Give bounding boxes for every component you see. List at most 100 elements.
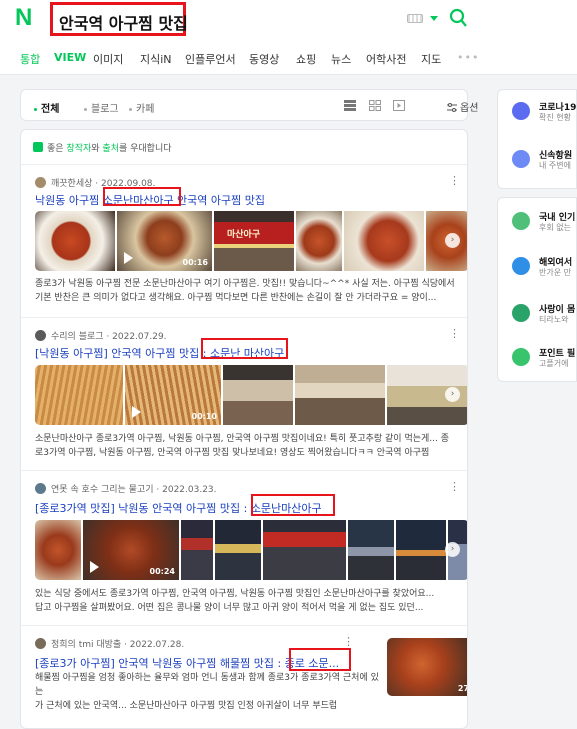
airplane-icon xyxy=(512,257,530,275)
filter-all[interactable]: 전체 xyxy=(34,100,59,115)
tab-dictionary[interactable]: 어학사전 xyxy=(366,51,406,67)
more-menu-icon[interactable]: ⋮ xyxy=(343,635,354,648)
video-thumbnail[interactable]: 00:10 xyxy=(125,365,221,425)
search-tabs: 통합 VIEW 이미지 지식iN 인플루언서 동영상 쇼핑 뉴스 어학사전 지도… xyxy=(0,40,577,75)
dot-icon xyxy=(84,107,87,111)
filter-blog[interactable]: 블로그 xyxy=(84,100,119,115)
snippet-line: 있는 식당 중에서도 종로3가역 아구찜, 안국역 아구찜, 낙원동 아구찜 맛… xyxy=(35,589,435,599)
filter-cafe-label: 카페 xyxy=(136,104,155,115)
search-icon[interactable] xyxy=(449,8,467,28)
post-author[interactable]: 연못 속 호수 그리는 물고기 · 2022.03.23. xyxy=(35,482,217,495)
avatar xyxy=(35,638,46,649)
tab-integrated[interactable]: 통합 xyxy=(20,51,40,67)
post-author[interactable]: 정희의 tmi 대방출 · 2022.07.28. xyxy=(35,637,184,650)
mountain-icon xyxy=(512,212,530,230)
snippet-line: 해물찜 아구찜을 엄청 좋아하는 율무와 엄마 언니 동생과 함께 종로3가 종… xyxy=(35,673,379,697)
tab-shopping[interactable]: 쇼핑 xyxy=(296,51,316,67)
video-duration: 00:24 xyxy=(149,567,175,576)
street-photo[interactable] xyxy=(348,520,394,580)
more-menu-icon[interactable]: ⋮ xyxy=(449,327,460,340)
tab-map[interactable]: 지도 xyxy=(421,51,441,67)
search-input[interactable]: 안국역 아구찜 맛집 xyxy=(50,2,188,36)
grid-view-icon[interactable] xyxy=(369,100,381,111)
side-item-sub: 고플거에 xyxy=(539,359,569,368)
tab-influencer[interactable]: 인플루언서 xyxy=(185,51,236,67)
avatar xyxy=(35,483,46,494)
tab-knowledge-in[interactable]: 지식iN xyxy=(140,51,172,67)
next-arrow-icon[interactable]: › xyxy=(445,542,460,557)
list-item: 깨끗한세상 · 2022.09.08. ⋮ 낙원동 아구찜 소문난마산아구 안국… xyxy=(21,164,467,314)
side-item-sub: 내 주변에 xyxy=(539,161,571,170)
food-photo[interactable] xyxy=(344,211,424,271)
keyboard-icon[interactable] xyxy=(407,14,423,23)
more-menu-icon[interactable]: ⋮ xyxy=(449,480,460,493)
notice-creator-link[interactable]: 창작자 xyxy=(66,144,91,154)
options-button[interactable]: 옵션 xyxy=(447,99,478,114)
annotation-box xyxy=(289,648,351,671)
street-photo[interactable] xyxy=(396,520,446,580)
snippet-line: 로3가역 아구찜, 낙원동 아구찜, 안국역 아구찜 맛집 맞나보네요! 영상도… xyxy=(35,448,430,458)
food-photo[interactable]: 27 xyxy=(387,638,468,696)
author-name: 연못 속 호수 그리는 물고기 xyxy=(51,485,154,495)
notice-text: 와 xyxy=(91,144,103,154)
thumbnail-strip[interactable]: 00:16 마산아구 xyxy=(35,211,467,271)
post-author[interactable]: 수리의 블로그 · 2022.07.29. xyxy=(35,329,167,342)
video-view-icon[interactable] xyxy=(393,100,405,111)
list-view-icon[interactable] xyxy=(344,100,356,111)
restaurant-sign-photo[interactable] xyxy=(263,520,346,580)
thumbnail-strip[interactable]: 00:10 xyxy=(35,365,467,425)
post-date: 2022.07.29. xyxy=(112,332,167,342)
more-menu-icon[interactable]: ⋮ xyxy=(449,174,460,187)
street-photo[interactable] xyxy=(215,520,261,580)
side-item-sub: 확진 현황 xyxy=(539,113,571,122)
list-item: 정희의 tmi 대방출 · 2022.07.28. ⋮ [종로3가 아구찜] 안… xyxy=(21,625,468,728)
snippet-line: 소문난마산아구 종로3가역 아구찜, 낙원동 아구찜, 안국역 아구찜 맛집이네… xyxy=(35,434,450,444)
interior-photo[interactable] xyxy=(295,365,385,425)
tab-video[interactable]: 동영상 xyxy=(249,51,279,67)
noodle-photo[interactable] xyxy=(35,365,123,425)
more-tabs-icon[interactable]: ••• xyxy=(457,51,479,64)
tab-news[interactable]: 뉴스 xyxy=(331,51,351,67)
food-photo[interactable] xyxy=(296,211,342,271)
tab-images[interactable]: 이미지 xyxy=(93,51,123,67)
point-icon xyxy=(512,348,530,366)
food-photo[interactable] xyxy=(35,211,115,271)
post-date: 2022.03.23. xyxy=(162,485,217,495)
next-arrow-icon[interactable]: › xyxy=(445,233,460,248)
notice-source-link[interactable]: 출처 xyxy=(102,144,119,154)
video-thumbnail[interactable]: 00:16 xyxy=(117,211,212,271)
play-icon xyxy=(90,561,99,573)
thumbnail-strip[interactable]: 00:24 xyxy=(35,520,467,580)
side-card-recommend: 국내 인기 후회 없는 해외여서 반가운 만 사랑이 몸 티라노와 포인트 필 … xyxy=(497,197,577,382)
post-snippet: 소문난마산아구 종로3가역 아구찜, 낙원동 아구찜, 안국역 아구찜 맛집이네… xyxy=(35,432,455,460)
view-badge-icon xyxy=(33,142,43,152)
street-photo[interactable] xyxy=(181,520,213,580)
food-photo[interactable] xyxy=(35,520,81,580)
notice-text: 를 우대합니다 xyxy=(118,144,172,154)
restaurant-sign-photo[interactable]: 마산아구 xyxy=(214,211,294,271)
title-part: [종로3가역 맛집] 낙원동 안국역 아구찜 맛집 : xyxy=(35,502,251,515)
dinosaur-icon xyxy=(512,304,530,322)
post-snippet: 종로3가 낙원동 아구찜 전문 소문난마산아구 여기 아구찜은. 맛집!! 맞습… xyxy=(35,277,455,305)
filter-cafe[interactable]: 카페 xyxy=(129,100,154,115)
side-item-sub: 반가운 만 xyxy=(539,268,571,277)
caret-down-icon[interactable] xyxy=(430,16,438,21)
tab-view[interactable]: VIEW xyxy=(54,51,86,64)
snippet-line: 답고 아구찜을 살펴봤어요. 어떤 집은 콩나물 양이 너무 많고 아귀 양이 … xyxy=(35,603,424,613)
title-part: 안국역 아구찜 맛집 xyxy=(173,194,266,207)
video-thumbnail[interactable]: 00:24 xyxy=(83,520,179,580)
interior-photo[interactable] xyxy=(223,365,293,425)
dot-icon xyxy=(129,107,132,111)
title-part: [종로3가 아구찜] 안국역 낙원동 아구찜 해물찜 맛집 : xyxy=(35,657,285,670)
options-icon xyxy=(447,103,457,112)
filter-all-label: 전체 xyxy=(41,104,60,115)
play-icon xyxy=(124,252,133,264)
naver-logo[interactable]: N xyxy=(15,6,37,30)
search-query: 안국역 아구찜 맛집 xyxy=(59,14,188,33)
side-item-sub: 티라노와 xyxy=(539,315,569,324)
next-arrow-icon[interactable]: › xyxy=(445,387,460,402)
snippet-line: 종로3가 낙원동 아구찜 전문 소문난마산아구 여기 아구찜은. 맛집!! 맞습… xyxy=(35,279,455,289)
virus-icon xyxy=(512,102,530,120)
view-results: 좋은 창작자와 출처를 우대합니다 깨끗한세상 · 2022.09.08. ⋮ … xyxy=(20,129,468,729)
photo-count: 27 xyxy=(457,684,468,693)
